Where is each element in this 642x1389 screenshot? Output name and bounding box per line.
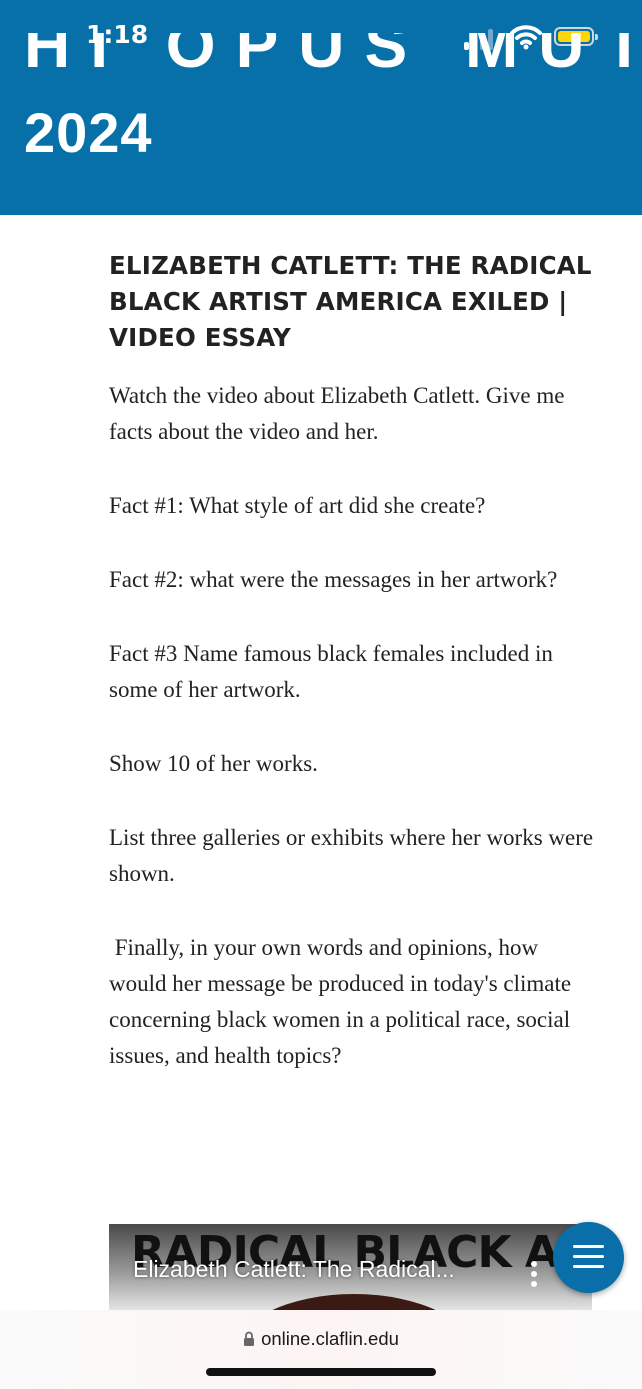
article: ELIZABETH CATLETT: THE RADICAL BLACK ART… xyxy=(109,248,599,1112)
hamburger-menu-icon xyxy=(573,1245,604,1248)
article-body: Watch the video about Elizabeth Catlett.… xyxy=(109,378,599,1074)
paragraph-fact-1: Fact #1: What style of art did she creat… xyxy=(109,493,486,518)
paragraph-works: Show 10 of her works. xyxy=(109,751,318,776)
paragraph-fact-2: Fact #2: what were the messages in her a… xyxy=(109,567,558,592)
page-heading-year: 2024 xyxy=(24,101,153,164)
paragraph-final: Finally, in your own words and opinions,… xyxy=(109,935,577,1068)
page-heading-cut-off: HI OPUS MUTX xyxy=(24,33,642,77)
url-display[interactable]: online.claflin.edu xyxy=(0,1328,642,1350)
menu-button[interactable] xyxy=(553,1222,624,1293)
browser-address-bar[interactable]: online.claflin.edu xyxy=(0,1310,642,1389)
video-title[interactable]: Elizabeth Catlett: The Radical... xyxy=(133,1256,455,1283)
paragraph-galleries: List three galleries or exhibits where h… xyxy=(109,825,594,886)
paragraph-fact-3: Fact #3 Name famous black females includ… xyxy=(109,641,553,702)
more-vertical-icon[interactable] xyxy=(530,1260,538,1290)
lock-icon xyxy=(244,1331,255,1346)
paragraph-intro: Watch the video about Elizabeth Catlett.… xyxy=(109,383,565,444)
article-title: ELIZABETH CATLETT: THE RADICAL BLACK ART… xyxy=(109,251,592,352)
site-header: 1:18 HI OPUS MUTX 2024 xyxy=(0,0,642,215)
video-embed[interactable]: RADICAL BLACK ART Elizabeth Catlett: The… xyxy=(109,1224,592,1312)
url-text: online.claflin.edu xyxy=(261,1328,399,1349)
home-indicator xyxy=(206,1368,436,1376)
